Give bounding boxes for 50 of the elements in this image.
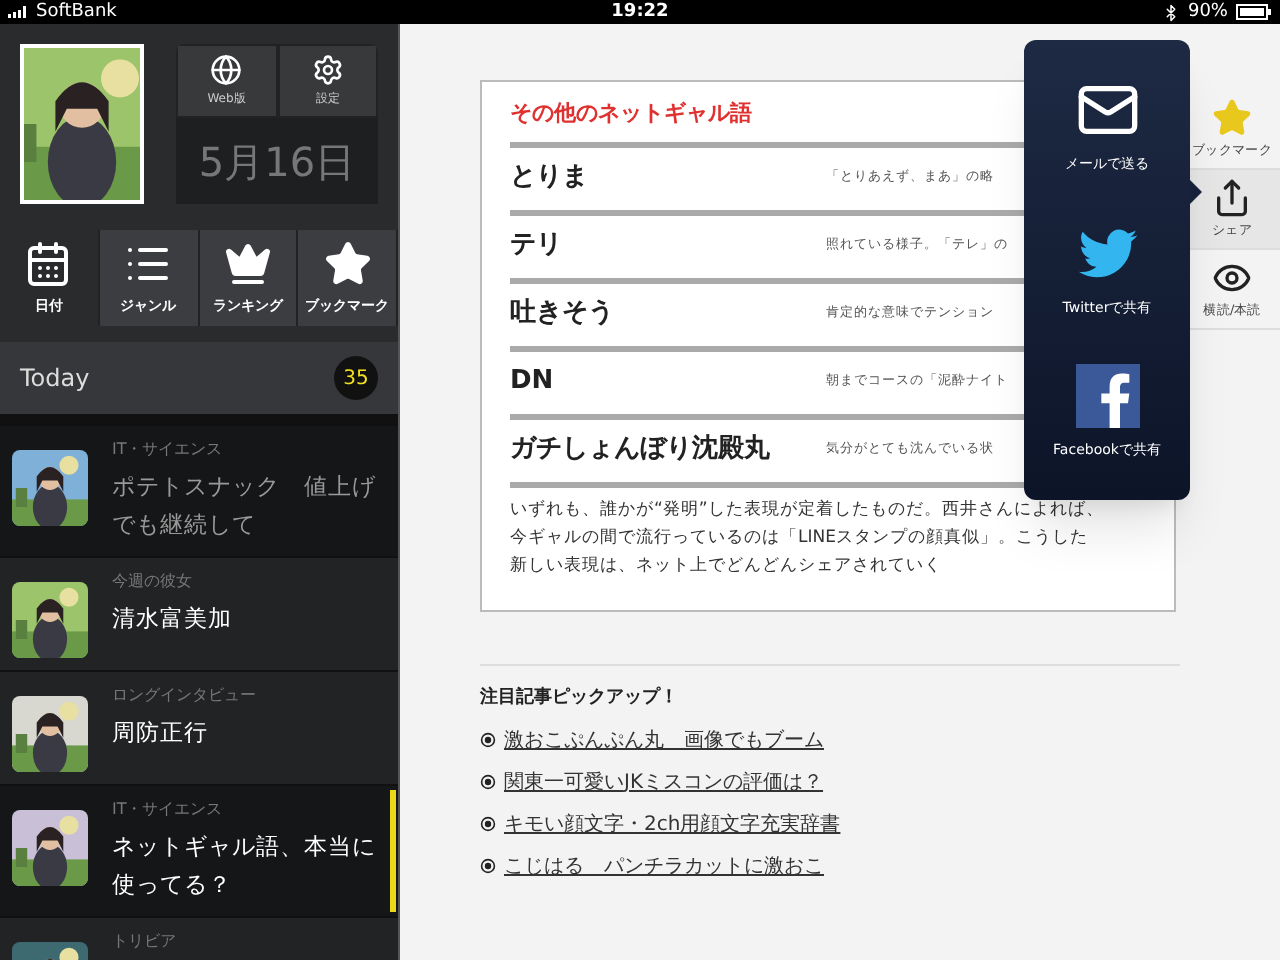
caption-line: 今ギャルの間で流行っているのは「LINEスタンプの顔真似」。こうした: [510, 525, 1090, 551]
star-icon: [323, 239, 372, 288]
article-item[interactable]: 今週の彼女 清水富美加: [0, 558, 398, 672]
bullet-icon: [480, 816, 496, 832]
caption-line: いずれも、誰かが“発明”した表現が定着したものだ。西井さんによれば、: [510, 497, 1106, 523]
article-category: 今週の彼女: [112, 570, 194, 594]
clock: 19:22: [609, 3, 671, 21]
calendar-icon: [24, 239, 73, 288]
crown-icon: [223, 239, 272, 288]
bullet-icon: [480, 732, 496, 748]
battery-icon: [1236, 4, 1272, 20]
pickup-heading: 注目記事ピックアップ！: [480, 686, 680, 712]
facebook-icon: [1075, 364, 1139, 429]
article-item[interactable]: ロングインタビュー 周防正行: [0, 672, 398, 786]
article-category: IT・サイエンス: [112, 798, 225, 822]
battery-percent: 90%: [1187, 3, 1228, 21]
article-item[interactable]: IT・サイエンス ネットギャル語、本当に使ってる？: [0, 786, 398, 918]
article-item[interactable]: トリビア: [0, 918, 398, 960]
bullet-icon: [480, 858, 496, 874]
term: 吐きそう: [510, 296, 616, 333]
signal-icon: [8, 6, 28, 18]
article-category: トリビア: [112, 930, 178, 954]
article-link[interactable]: 関東一可愛いJKミスコンの評価は？: [504, 767, 824, 797]
figure-title: その他のネットギャル語: [510, 98, 752, 130]
article-item[interactable]: IT・サイエンス ポテトスナック 値上げでも継続して: [0, 426, 398, 558]
term: とりま: [510, 160, 590, 197]
article-link[interactable]: こじはる パンチラカットに激おこ: [504, 851, 824, 881]
count-badge: 35: [334, 356, 378, 400]
globe-icon: [210, 54, 243, 86]
term: ガチしょんぼり沈殿丸: [510, 432, 772, 469]
article-title: 周防正行: [112, 716, 210, 750]
bullet-icon: [480, 774, 496, 790]
article-link[interactable]: 激おこぷんぷん丸 画像でもブーム: [504, 725, 824, 755]
term: テリ: [510, 228, 564, 265]
carrier-name: SoftBank: [36, 3, 117, 21]
star-icon: [1212, 97, 1252, 138]
share-icon: [1212, 177, 1252, 218]
article-category: IT・サイエンス: [112, 438, 225, 462]
article-title: ネットギャル語、本当に使ってる？: [112, 830, 378, 902]
term: DN: [510, 364, 556, 401]
popover-arrow-icon: [1190, 180, 1202, 204]
settings-icon: [311, 54, 344, 86]
article-category: ロングインタビュー: [112, 684, 258, 708]
section-title: Today: [20, 362, 90, 396]
article-link[interactable]: キモい顔文字・2ch用顔文字充実辞書: [504, 809, 841, 839]
article-title: 清水富美加: [112, 602, 234, 636]
article-title: ポテトスナック 値上げでも継続して: [112, 470, 378, 542]
selection-bar: [390, 790, 396, 912]
date-display: 5月16日: [176, 118, 378, 204]
caption-line: 新しい表現は、ネット上でどんどんシェアされていく: [510, 553, 944, 579]
